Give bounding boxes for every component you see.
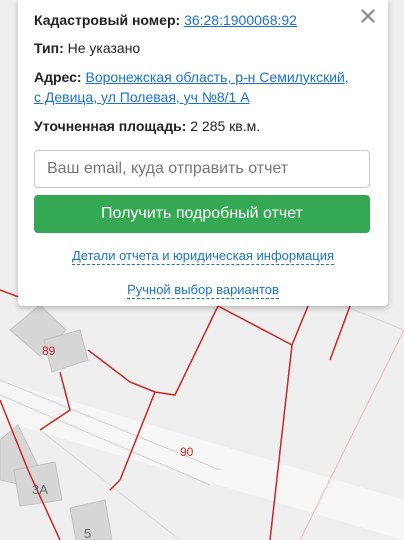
- house-label-5: 5: [84, 526, 91, 540]
- cadastral-number-link[interactable]: 36:28:1900068:92: [184, 12, 297, 28]
- parcel-label-89: 89: [42, 344, 56, 358]
- address-row: Адрес: Воронежская область, р-н Семилукс…: [34, 67, 358, 107]
- manual-selection-link[interactable]: Ручной выбор вариантов: [18, 282, 388, 299]
- type-label: Тип:: [34, 40, 64, 56]
- area-row: Уточненная площадь: 2 285 кв.м.: [34, 116, 358, 136]
- area-value: 2 285 кв.м.: [190, 118, 261, 134]
- parcel-label-90: 90: [180, 445, 194, 459]
- close-icon: [361, 9, 375, 23]
- get-report-button[interactable]: Получить подробный отчет: [34, 195, 370, 233]
- address-link[interactable]: Воронежская область, р-н Семилукский, с …: [34, 69, 349, 105]
- email-input[interactable]: [34, 150, 370, 188]
- address-label: Адрес:: [34, 69, 82, 85]
- parcel-info-popup: Кадастровый номер: 36:28:1900068:92 Тип:…: [18, 0, 388, 306]
- house-label-3a: 3А: [32, 482, 48, 497]
- type-value: Не указано: [67, 40, 141, 56]
- close-button[interactable]: [356, 4, 380, 28]
- type-row: Тип: Не указано: [34, 38, 358, 58]
- manual-selection-link-label: Ручной выбор вариантов: [127, 282, 279, 299]
- cadastral-number-label: Кадастровый номер:: [34, 12, 181, 28]
- cadastral-number-row: Кадастровый номер: 36:28:1900068:92: [34, 10, 358, 30]
- area-label: Уточненная площадь:: [34, 118, 187, 134]
- report-details-link-label: Детали отчета и юридическая информация: [71, 248, 335, 265]
- report-details-link[interactable]: Детали отчета и юридическая информация: [18, 248, 388, 265]
